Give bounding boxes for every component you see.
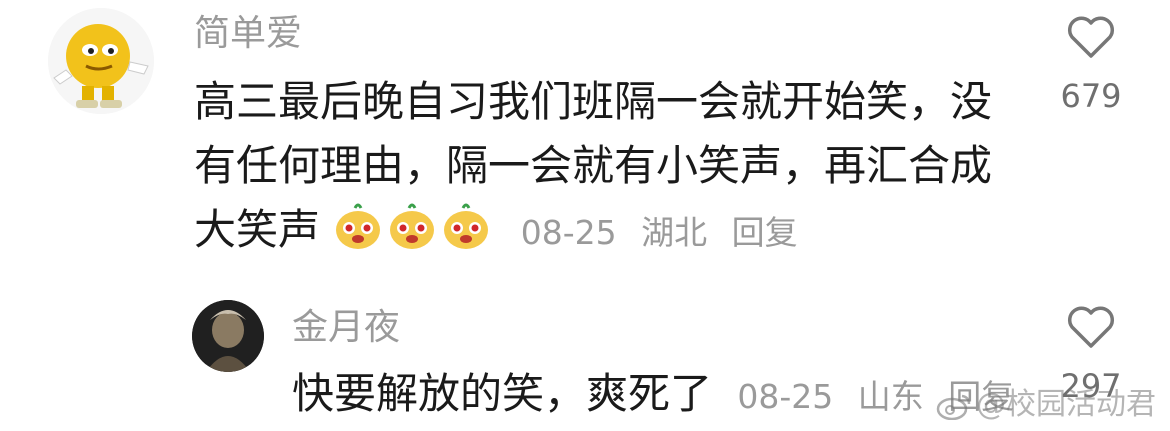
comment-line-2: 有任何理由，隔一会就有小笑声，再汇合成 <box>194 141 993 190</box>
comment-text: 高三最后晚自习我们班隔一会就开始笑，没 有任何理由，隔一会就有小笑声，再汇合成 … <box>194 70 992 265</box>
like-count: 679 <box>1060 77 1122 115</box>
watermark: @校园活动君 <box>936 387 1156 423</box>
reply-button[interactable]: 回复 <box>732 213 798 252</box>
comment-text: 快要解放的笑，爽死了 08-25 山东 回复 <box>292 362 1028 429</box>
portrait-avatar <box>192 300 264 372</box>
comment-line-1: 快要解放的笑，爽死了 <box>292 369 713 418</box>
meme-face-avatar <box>48 8 154 114</box>
weibo-logo-icon <box>936 394 971 421</box>
comment-location: 湖北 <box>641 213 708 252</box>
comment-line-3-text: 大笑声 <box>194 205 321 254</box>
watermark-text: @校园活动君 <box>976 387 1156 422</box>
comment-date: 08-25 <box>737 377 834 416</box>
comment-1: 简单爱 高三最后晚自习我们班隔一会就开始笑，没 有任何理由，隔一会就有小笑声，再… <box>0 0 1170 280</box>
doge-emoji <box>333 202 383 252</box>
comment-meta: 08-25 湖北 回复 <box>521 213 812 252</box>
comment-line-3: 大笑声 08-25 湖北 回复 <box>194 198 992 265</box>
heart-icon <box>1067 306 1115 348</box>
username[interactable]: 金月夜 <box>292 306 400 350</box>
comment-date: 08-25 <box>520 213 617 252</box>
doge-emoji <box>387 202 437 252</box>
comment-line-1: 高三最后晚自习我们班隔一会就开始笑，没 <box>194 77 993 126</box>
username[interactable]: 简单爱 <box>194 12 302 56</box>
comment-location: 山东 <box>857 377 924 416</box>
like-button[interactable]: 679 <box>1036 14 1146 116</box>
doge-emoji <box>441 202 491 252</box>
avatar[interactable] <box>192 300 264 372</box>
heart-icon <box>1067 16 1115 58</box>
avatar[interactable] <box>48 8 154 114</box>
